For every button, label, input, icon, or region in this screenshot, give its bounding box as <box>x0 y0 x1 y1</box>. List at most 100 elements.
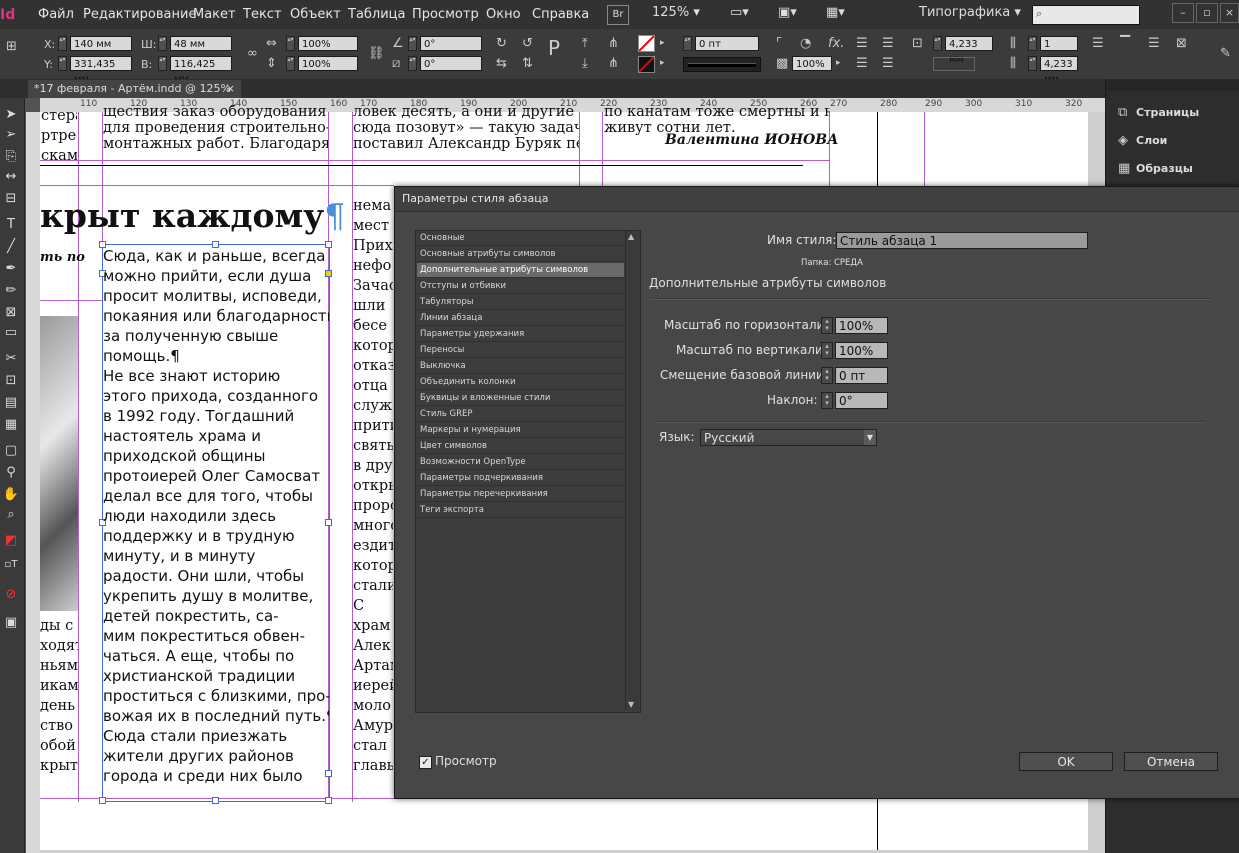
preview-checkbox[interactable]: ✓ <box>419 756 432 769</box>
pen-tool-icon[interactable]: ✎ <box>1220 46 1231 61</box>
constrain-link-icon[interactable]: ∞ <box>247 46 258 61</box>
category-item[interactable]: Буквицы и вложенные стили <box>417 391 624 406</box>
align-top-icon[interactable]: ☰ <box>856 36 868 51</box>
shear-stepper[interactable]: ▴▾ <box>408 56 417 71</box>
zoom-select[interactable]: 125% ▾ <box>652 5 700 23</box>
corner-options-icon[interactable]: ⌜ <box>776 36 782 51</box>
select-next-icon[interactable]: ⋔ <box>608 56 619 71</box>
category-item[interactable]: Параметры подчеркивания <box>417 471 624 486</box>
formatting-affects-icon[interactable]: ▫T <box>1 556 21 574</box>
columns-field[interactable]: 1 <box>1040 36 1078 51</box>
category-item[interactable]: Линии абзаца <box>417 311 624 326</box>
category-item[interactable]: Маркеры и нумерация <box>417 423 624 438</box>
horizontal-scale-field[interactable]: 100% <box>835 317 888 334</box>
opacity-dropdown-icon[interactable]: ▸ <box>836 56 841 71</box>
text-align-center-icon[interactable]: ☰ <box>1148 36 1160 51</box>
category-item[interactable]: Переносы <box>417 343 624 358</box>
minimize-button[interactable]: – <box>1172 3 1194 23</box>
y-stepper[interactable]: ▴▾ <box>58 56 67 71</box>
ok-button[interactable]: OK <box>1019 752 1113 771</box>
workspace-switcher[interactable]: Типографика ▾ <box>919 5 1021 23</box>
align-bottom-icon[interactable]: ☰ <box>856 56 868 71</box>
frame-handle[interactable] <box>99 797 106 804</box>
zoom-tool-icon[interactable]: ⌕ <box>1 506 21 524</box>
frame-handle[interactable] <box>212 797 219 804</box>
document-tab[interactable]: *17 февраля - Артём.indd @ 125% × <box>28 80 241 98</box>
close-tab-icon[interactable]: × <box>226 80 235 98</box>
page-tool-icon[interactable]: ⎘ <box>1 148 21 166</box>
apply-none-icon[interactable]: ⊘ <box>1 586 21 604</box>
w-stepper[interactable]: ▴▾ <box>158 36 167 51</box>
type-tool-icon[interactable]: T <box>1 216 21 234</box>
screen-mode-icon[interactable]: ▣▾ <box>778 5 797 23</box>
dialog-title-bar[interactable]: Параметры стиля абзаца <box>395 187 1239 212</box>
fill-dropdown-icon[interactable]: ▸ <box>660 36 665 51</box>
gap-tool-icon[interactable]: ↔ <box>1 168 21 186</box>
category-item[interactable]: Отступы и отбивки <box>417 279 624 294</box>
h-field[interactable]: 116,425 мм <box>170 56 232 85</box>
select-container-icon[interactable]: ⤒ <box>582 36 588 51</box>
content-collector-icon[interactable]: ⊟ <box>1 190 21 208</box>
stroke-weight-field[interactable]: 0 пт <box>695 36 759 51</box>
category-item[interactable]: Теги экспорта <box>417 503 624 518</box>
arrange-documents-icon[interactable]: ▦▾ <box>826 5 845 23</box>
stroke-type-select[interactable] <box>683 57 761 72</box>
eyedropper-tool-icon[interactable]: ⚲ <box>1 464 21 482</box>
scale-x-field[interactable]: 100% <box>298 36 358 51</box>
reference-point-icon[interactable]: ⊞ <box>6 39 17 54</box>
baseline-shift-stepper[interactable]: ▴ ▾ <box>821 367 833 384</box>
category-item[interactable]: Цвет символов <box>417 439 624 454</box>
pencil-tool-icon[interactable]: ✏ <box>1 282 21 300</box>
skew-stepper[interactable]: ▴ ▾ <box>821 392 833 409</box>
note-tool-icon[interactable]: ▢ <box>1 442 21 460</box>
chain-icon[interactable]: ⛓ <box>368 46 385 61</box>
menu-object[interactable]: Объект <box>290 7 341 22</box>
inset-stepper[interactable]: ▴▾ <box>1028 56 1037 71</box>
category-item[interactable]: Основные атрибуты символов <box>417 247 624 262</box>
stroke-weight-stepper[interactable]: ▴▾ <box>683 36 692 51</box>
category-item[interactable]: Параметры удержания <box>417 327 624 342</box>
align-center-icon[interactable]: ☰ <box>882 36 894 51</box>
category-item[interactable]: Параметры перечеркивания <box>417 487 624 502</box>
horizontal-scale-stepper[interactable]: ▴ ▾ <box>821 317 833 334</box>
pages-panel-button[interactable]: ⧉ Страницы <box>1118 102 1199 124</box>
search-input[interactable]: ⌕ <box>1032 5 1140 25</box>
hand-tool-icon[interactable]: ✋ <box>1 486 21 504</box>
direct-selection-tool-icon[interactable]: ➢ <box>1 126 21 144</box>
scale-y-stepper[interactable]: ▴▾ <box>286 56 295 71</box>
menu-table[interactable]: Таблица <box>348 7 406 22</box>
vertical-scale-field[interactable]: 100% <box>835 342 888 359</box>
menu-edit[interactable]: Редактирование <box>83 7 196 22</box>
justify-icon[interactable]: ☰ <box>882 56 894 71</box>
gradient-tool-icon[interactable]: ▤ <box>1 394 21 412</box>
line-tool-icon[interactable]: ╱ <box>1 238 21 256</box>
style-name-field[interactable]: Стиль абзаца 1 <box>836 232 1088 249</box>
rotate-stepper[interactable]: ▴▾ <box>408 36 417 51</box>
rectangle-tool-icon[interactable]: ▭ <box>1 324 21 342</box>
fill-none-swatch[interactable] <box>638 35 655 52</box>
rotate-ccw-icon[interactable]: ↺ <box>522 36 533 51</box>
text-frame-options-icon[interactable]: ⊠ <box>1176 36 1187 51</box>
y-field[interactable]: 331,435 мм <box>70 56 132 85</box>
gradient-feather-tool-icon[interactable]: ▦ <box>1 416 21 434</box>
category-item[interactable]: Основные <box>417 231 624 246</box>
view-options-icon[interactable]: ▭▾ <box>730 5 749 23</box>
pen-tool-icon[interactable]: ✒ <box>1 260 21 278</box>
menu-window[interactable]: Окно <box>486 7 521 22</box>
scroll-down-icon[interactable]: ▼ <box>628 700 634 709</box>
fill-stroke-icon[interactable]: ◩ <box>1 532 21 550</box>
menu-view[interactable]: Просмотр <box>412 7 479 22</box>
category-list-scrollbar[interactable]: ▲ ▼ <box>625 231 639 710</box>
vertical-scale-stepper[interactable]: ▴ ▾ <box>821 342 833 359</box>
scroll-up-icon[interactable]: ▲ <box>628 232 634 241</box>
shear-field[interactable]: 0° <box>420 56 482 71</box>
rectangle-frame-tool-icon[interactable]: ⊠ <box>1 304 21 322</box>
language-select[interactable]: Русский ▼ <box>700 429 877 446</box>
text-align-top-icon[interactable]: ▔ <box>1120 36 1130 51</box>
select-content-icon[interactable]: ⤓ <box>582 56 588 71</box>
flip-v-icon[interactable]: ⇅ <box>522 56 533 71</box>
flip-h-icon[interactable]: ⇆ <box>496 56 507 71</box>
scissors-tool-icon[interactable]: ✂ <box>1 350 21 368</box>
scale-x-stepper[interactable]: ▴▾ <box>286 36 295 51</box>
inset-field[interactable]: 4,233 мм <box>1040 56 1078 85</box>
